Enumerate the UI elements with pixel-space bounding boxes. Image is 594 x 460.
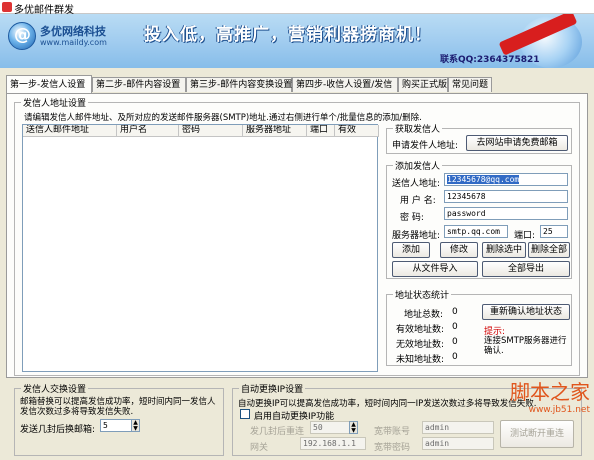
tab-step3-transform[interactable]: 第三步-邮件内容变换设置 bbox=[186, 77, 292, 92]
invalid-value: 0 bbox=[452, 337, 458, 347]
col-header-password[interactable]: 密码 bbox=[179, 125, 243, 137]
gateway-field[interactable]: 192.168.1.1 bbox=[300, 437, 366, 450]
delete-selected-button[interactable]: 删除选中 bbox=[482, 242, 526, 258]
col-header-port[interactable]: 端口 bbox=[307, 125, 335, 137]
server-label: 服务器地址: bbox=[392, 231, 441, 241]
valid-value: 0 bbox=[452, 322, 458, 332]
sender-address-field[interactable]: 12345678@qq.com bbox=[444, 173, 568, 186]
logo-company-name: 多优网络科技 bbox=[40, 25, 106, 38]
import-from-file-button[interactable]: 从文件导入 bbox=[392, 261, 478, 277]
group-title: 发信人交换设置 bbox=[21, 382, 89, 395]
total-label: 地址总数: bbox=[404, 310, 444, 320]
group-title: 自动更换IP设置 bbox=[239, 382, 306, 395]
gateway-label: 网关 bbox=[250, 443, 269, 453]
sender-address-value: 12345678@qq.com bbox=[447, 175, 520, 184]
add-button[interactable]: 添加 bbox=[392, 242, 430, 258]
col-header-valid[interactable]: 有效 bbox=[335, 125, 379, 137]
test-reconnect-button[interactable]: 测试断开重连 bbox=[500, 420, 574, 448]
col-header-email[interactable]: 送信人邮件地址 bbox=[23, 125, 117, 137]
sender-address-label: 送信人地址: bbox=[392, 179, 441, 189]
at-sign-icon: @ bbox=[14, 25, 31, 45]
broadband-account-label: 宽带账号 bbox=[374, 427, 411, 437]
auto-ip-description: 自动更换IP可以提高发信成功率，短时间内同一IP发送次数过多将导致发信失败. bbox=[238, 399, 537, 409]
recheck-status-button[interactable]: 重新确认地址状态 bbox=[482, 304, 570, 320]
resend-spinner[interactable]: ▲ ▼ bbox=[349, 421, 358, 434]
broadband-account-field[interactable]: admin bbox=[422, 421, 494, 434]
password-label: 密 码: bbox=[400, 213, 424, 223]
unknown-value: 0 bbox=[452, 352, 458, 362]
tab-step1-sender[interactable]: 第一步-发信人设置 bbox=[6, 75, 92, 93]
group-title: 添加发信人 bbox=[393, 159, 443, 172]
username-label: 用 户 名: bbox=[400, 196, 436, 206]
sender-list[interactable]: 送信人邮件地址 用户名 密码 服务器地址 端口 有效 bbox=[22, 124, 379, 372]
broadband-password-label: 宽带密码 bbox=[374, 443, 411, 453]
tab-step4-recipients[interactable]: 第四步-收信人设置/发信 bbox=[292, 77, 398, 92]
port-label: 端口: bbox=[514, 231, 536, 241]
port-field[interactable]: 25 bbox=[540, 225, 568, 238]
broadband-password-field[interactable]: admin bbox=[422, 437, 494, 450]
valid-label: 有效地址数: bbox=[396, 325, 445, 335]
export-all-button[interactable]: 全部导出 bbox=[482, 261, 570, 277]
apply-free-mailbox-button[interactable]: 去网站申请免费邮箱 bbox=[466, 135, 568, 151]
delete-all-button[interactable]: 删除全部 bbox=[528, 242, 570, 258]
resend-field[interactable]: 50 bbox=[310, 421, 350, 434]
group-title: 获取发信人 bbox=[393, 122, 443, 135]
banner-slogan: 投入低，高推广，营销利器捞商机！ bbox=[144, 25, 432, 45]
resend-label: 发几封后重连 bbox=[250, 427, 305, 437]
invalid-label: 无效地址数: bbox=[396, 340, 445, 350]
watermark-url: www.jb51.net bbox=[528, 405, 590, 415]
rotate-count-label: 发送几封后换邮箱: bbox=[20, 425, 96, 435]
apply-sender-label: 申请发件人地址: bbox=[392, 141, 459, 151]
sender-description: 请编辑发信人邮件地址、及所对应的发送邮件服务器(SMTP)地址.通过右侧进行单个… bbox=[24, 113, 422, 123]
rotate-description: 邮箱替换可以提高发信成功率，短时间内同一发信人发信次数过多将导致发信失败. bbox=[20, 397, 216, 417]
title-bar: 多优邮件群发 bbox=[0, 0, 594, 16]
enable-auto-ip-checkbox[interactable] bbox=[240, 409, 250, 419]
banner: @ 多优网络科技 www.maildy.com 投入低，高推广，营销利器捞商机！… bbox=[0, 14, 594, 68]
tab-faq[interactable]: 常见问题 bbox=[448, 77, 492, 92]
app-icon bbox=[2, 2, 12, 12]
group-title: 地址状态统计 bbox=[393, 288, 452, 301]
total-value: 0 bbox=[452, 307, 458, 317]
watermark: 脚本之家 www.jb51.net bbox=[510, 376, 590, 415]
unknown-label: 未知地址数: bbox=[396, 355, 445, 365]
hint-text: 连接SMTP服务器进行确认. bbox=[484, 336, 567, 356]
logo-url: www.maildy.com bbox=[40, 38, 107, 47]
tab-step2-content[interactable]: 第二步-邮件内容设置 bbox=[92, 77, 186, 92]
password-field[interactable]: password bbox=[444, 207, 568, 220]
watermark-title: 脚本之家 bbox=[510, 380, 590, 404]
username-field[interactable]: 12345678 bbox=[444, 190, 568, 203]
rotate-count-field[interactable]: 5 bbox=[100, 419, 132, 432]
tab-buy[interactable]: 购买正式版 bbox=[398, 77, 448, 92]
server-field[interactable]: smtp.qq.com bbox=[444, 225, 508, 238]
modify-button[interactable]: 修改 bbox=[440, 242, 478, 258]
group-title: 发信人地址设置 bbox=[21, 96, 89, 109]
col-header-server[interactable]: 服务器地址 bbox=[243, 125, 307, 137]
contact-qq: 联系QQ:2364375821 bbox=[440, 55, 540, 65]
rotate-count-spinner[interactable]: ▲ ▼ bbox=[131, 419, 140, 432]
col-header-username[interactable]: 用户名 bbox=[117, 125, 179, 137]
